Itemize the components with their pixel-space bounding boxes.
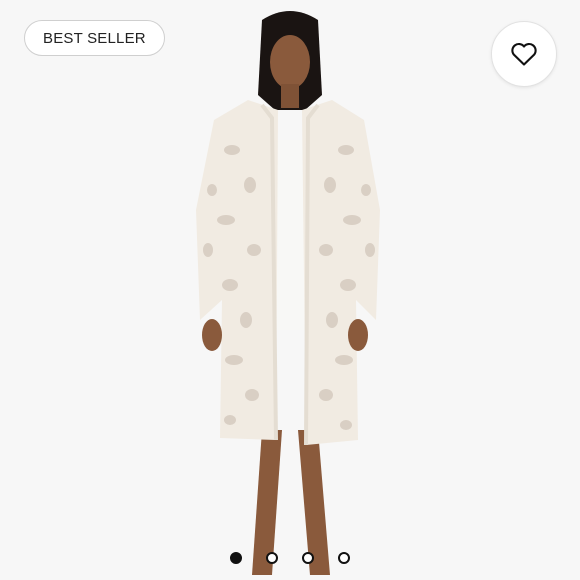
favorite-button[interactable] <box>491 21 557 87</box>
carousel-dot-2[interactable] <box>266 552 278 564</box>
carousel-pagination <box>230 552 350 564</box>
heart-icon <box>511 42 537 66</box>
carousel-dot-4[interactable] <box>338 552 350 564</box>
model-photo <box>196 11 380 575</box>
product-image <box>0 0 580 580</box>
carousel-dot-3[interactable] <box>302 552 314 564</box>
carousel-dot-1[interactable] <box>230 552 242 564</box>
badge-label: BEST SELLER <box>43 29 146 47</box>
best-seller-badge: BEST SELLER <box>24 20 165 56</box>
